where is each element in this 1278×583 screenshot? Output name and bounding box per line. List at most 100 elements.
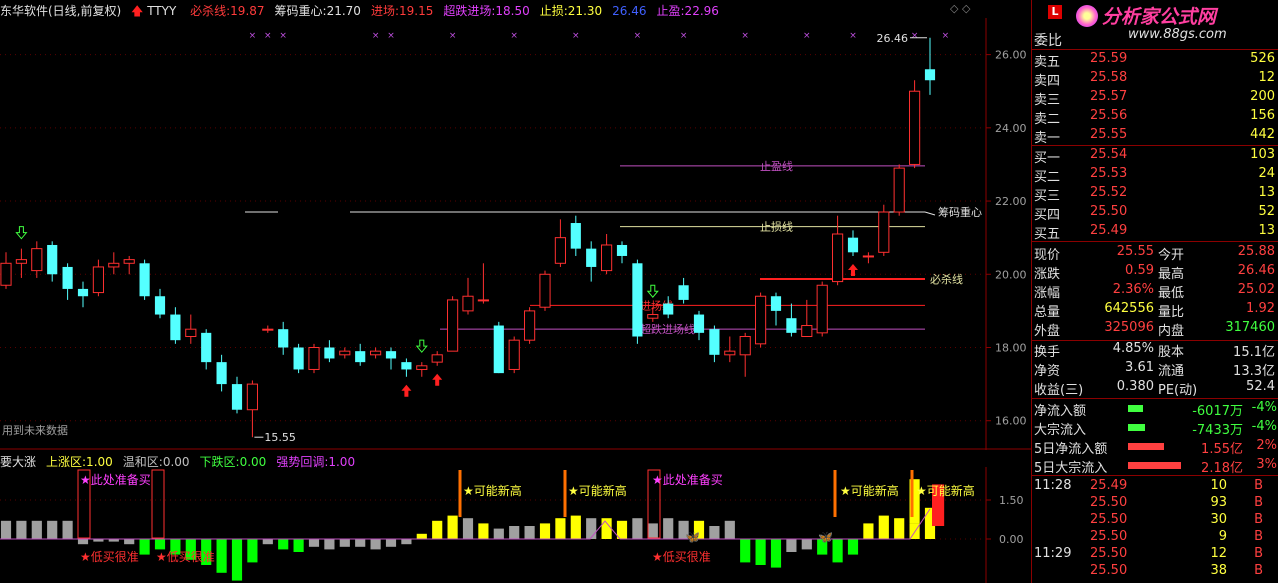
x-mark: ×	[387, 31, 395, 41]
flow-row[interactable]: 大宗流入 -7433万 -4%	[1034, 419, 1278, 438]
tick-side: B	[1254, 478, 1263, 493]
candle-body	[647, 314, 659, 319]
indicator-bar	[77, 539, 89, 545]
indicator-bar	[293, 539, 304, 552]
indicator-bar	[663, 518, 674, 539]
indicator-bar	[124, 539, 135, 545]
candle-body	[47, 244, 58, 275]
ask-row[interactable]: 卖二 25.56 156	[1034, 108, 1278, 127]
flow-bar	[1128, 462, 1181, 469]
flow-row[interactable]: 净流入额 -6017万 -4%	[1034, 400, 1278, 419]
indicator-bar	[478, 523, 489, 539]
stat-value: 642556	[1104, 301, 1154, 316]
indicator-bar	[755, 539, 766, 565]
ask-label: 卖五	[1034, 55, 1061, 70]
bid-volume: 103	[1250, 147, 1275, 162]
stock-title[interactable]: 东华软件(日线,前复权)	[0, 4, 121, 18]
annotation-chip_center: 筹码重心	[938, 205, 982, 219]
candle-body	[308, 346, 320, 370]
indicator-bar	[832, 539, 843, 563]
buy-arrow-icon	[848, 263, 858, 276]
candle-body	[262, 328, 274, 331]
sub-y-tick-label: 0.00	[999, 533, 1024, 546]
stat-row[interactable]: 外盘 325096 内盘 317460	[1034, 320, 1278, 339]
sell-arrow-icon	[646, 284, 659, 299]
indicator-chart[interactable]: 1.50 0.00 ★此处准备买 ★此处准备买 ★低买很准 ★低买很准 ★低买很准 ★可能新高…	[0, 467, 1031, 583]
stat-row[interactable]: 净资 3.61 流通 13.3亿	[1034, 360, 1278, 379]
indicator-bar	[401, 539, 412, 545]
indicator-bar	[724, 520, 735, 539]
tick-row[interactable]: 25.50 93 B	[1034, 495, 1278, 513]
candle-body	[508, 339, 520, 370]
stat-row[interactable]: 涨幅 2.36% 最低 25.02	[1034, 282, 1278, 301]
flow-value: -6017万	[1192, 404, 1243, 419]
bid-row[interactable]: 买二 25.53 24	[1034, 166, 1278, 185]
annotation-must_kill: 必杀线	[930, 272, 963, 286]
indicator-bar	[62, 520, 73, 539]
indicator-bar	[154, 539, 166, 550]
bid-volume: 52	[1258, 204, 1275, 219]
bid-volume: 13	[1258, 185, 1275, 200]
stat-value: 1.92	[1246, 301, 1275, 316]
stat-label: 现价	[1034, 248, 1061, 263]
code-badge[interactable]: L	[1048, 5, 1062, 19]
stat-label: 股本	[1158, 345, 1185, 360]
stat-value: 25.02	[1237, 282, 1275, 297]
signal-label-new_high: ★可能新高	[463, 483, 522, 498]
stat-row[interactable]: 涨跌 0.59 最高 26.46	[1034, 263, 1278, 282]
stat-label: 今开	[1158, 248, 1185, 263]
candle-body	[339, 350, 351, 356]
window-controls[interactable]: ◇ ◇	[950, 2, 970, 15]
stat-row[interactable]: 现价 25.55 今开 25.88	[1034, 244, 1278, 263]
stat-value: 0.59	[1125, 263, 1154, 278]
x-mark: ×	[911, 31, 919, 41]
stat-row[interactable]: 换手 4.85% 股本 15.1亿	[1034, 341, 1278, 360]
tick-price: 25.50	[1090, 529, 1128, 544]
tick-row[interactable]: 25.50 9 B	[1034, 529, 1278, 547]
tick-row[interactable]: 25.50 30 B	[1034, 512, 1278, 530]
candle-body	[370, 350, 382, 356]
tick-row[interactable]: 11:29 25.50 12 B	[1034, 546, 1278, 564]
indicator-bar	[462, 518, 474, 539]
tick-time: 11:28	[1034, 478, 1072, 493]
bid-row[interactable]: 买一 25.54 103	[1034, 147, 1278, 166]
candle-body	[231, 384, 243, 410]
bid-volume: 24	[1258, 166, 1275, 181]
ask-price: 25.56	[1090, 108, 1128, 123]
candle-body	[755, 295, 767, 345]
indicator-name[interactable]: TTYY	[147, 4, 176, 18]
indicator-bar	[801, 539, 812, 550]
indicator-bar	[355, 539, 366, 547]
candle-body	[462, 295, 474, 312]
bid-label: 买五	[1034, 227, 1061, 242]
stat-row[interactable]: 总量 642556 量比 1.92	[1034, 301, 1278, 320]
indicator-bar	[16, 520, 27, 539]
indicator-bar	[878, 515, 889, 539]
indicator-bar	[416, 533, 427, 539]
indicator-bar	[339, 539, 350, 547]
bid-row[interactable]: 买四 25.50 52	[1034, 204, 1278, 223]
ask-row[interactable]: 卖四 25.58 12	[1034, 70, 1278, 89]
tick-volume: 10	[1210, 478, 1227, 493]
stat-label: 涨幅	[1034, 286, 1061, 301]
ask-row[interactable]: 卖五 25.59 526	[1034, 51, 1278, 70]
candle-body	[278, 329, 289, 348]
tick-row[interactable]: 25.50 38 B	[1034, 563, 1278, 581]
bid-row[interactable]: 买三 25.52 13	[1034, 185, 1278, 204]
flow-pct: 3%	[1256, 457, 1277, 472]
ask-price: 25.55	[1090, 127, 1128, 142]
annotation-stop_loss: 止损线	[760, 220, 793, 234]
candle-body	[786, 318, 797, 333]
annotation-stop_profit: 止盈线	[760, 159, 793, 173]
candlestick-chart[interactable]: 26.00 24.00 22.00 20.00 18.00 16.00 止盈线止损线 筹码重心…	[0, 18, 1031, 450]
candle-body	[31, 248, 43, 272]
bid-label: 买三	[1034, 189, 1061, 204]
tick-side: B	[1254, 563, 1263, 578]
candle-body	[431, 354, 443, 363]
tick-row[interactable]: 11:28 25.49 10 B	[1034, 478, 1278, 496]
stat-row[interactable]: 收益(三) 0.380 PE(动) 52.4	[1034, 379, 1278, 398]
bid-row[interactable]: 买五 25.49 13	[1034, 223, 1278, 242]
header-item: 必杀线:19.87	[190, 4, 265, 18]
ask-row[interactable]: 卖一 25.55 442	[1034, 127, 1278, 146]
ask-row[interactable]: 卖三 25.57 200	[1034, 89, 1278, 108]
